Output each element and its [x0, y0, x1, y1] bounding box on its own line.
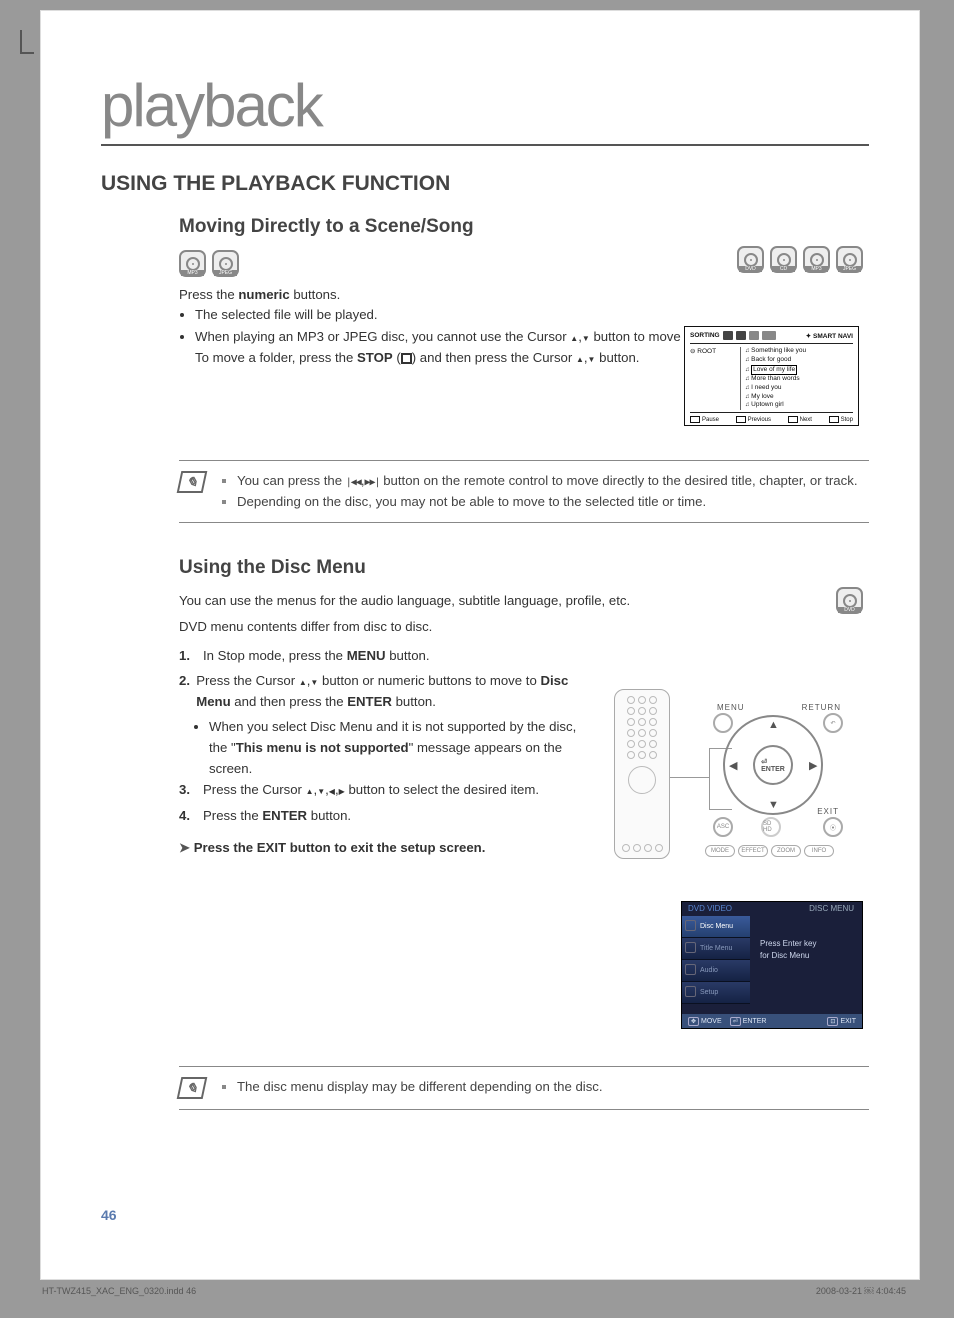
mode-button[interactable]: MODE: [705, 845, 735, 857]
note-icon: ✎: [177, 1077, 208, 1099]
menu-message: Press Enter keyfor Disc Menu: [760, 938, 816, 962]
info-button[interactable]: INFO: [804, 845, 834, 857]
file-list: Something like you Back for good Love of…: [740, 347, 853, 410]
root-folder: ⊖ ROOT: [690, 347, 736, 410]
remote-illustration: MENU RETURN ↶ ▲ ▼ ◀ ▶ ⏎ENTER ASC ⦿ EXIT …: [611, 687, 863, 867]
exit-button[interactable]: ⦿: [823, 817, 843, 837]
stop-control: Stop: [829, 416, 853, 423]
crop-mark: [20, 30, 22, 54]
cd-icon: CD: [770, 246, 797, 273]
skip-back-icon: |◀◀: [346, 477, 361, 488]
sd-hd-button[interactable]: SD HD: [761, 817, 781, 837]
note-item: Depending on the disc, you may not be ab…: [237, 492, 858, 512]
dvd-icon: DVD: [836, 587, 863, 614]
note-item: You can press the |◀◀,▶▶| button on the …: [237, 471, 858, 491]
menu-tab-audio[interactable]: Audio: [682, 960, 750, 982]
file-item: My love: [745, 393, 853, 402]
remote-body: [614, 689, 670, 859]
menu-label: MENU: [717, 703, 745, 712]
note-block: ✎ The disc menu display may be different…: [179, 1066, 869, 1110]
scene-bullet: The selected file will be played.: [195, 305, 869, 325]
dvd-icon: DVD: [737, 246, 764, 273]
page-container: playback USING THE PLAYBACK FUNCTION DVD…: [40, 10, 920, 1280]
menu-tab-title[interactable]: Title Menu: [682, 938, 750, 960]
note-item: The disc menu display may be different d…: [237, 1077, 603, 1097]
nav-ring: MENU RETURN ↶ ▲ ▼ ◀ ▶ ⏎ENTER ASC ⦿ EXIT …: [703, 705, 843, 845]
file-item: Back for good: [745, 356, 853, 365]
step-3: 3.Press the Cursor ,,, button to select …: [179, 779, 579, 800]
exit-label: EXIT: [817, 807, 839, 816]
disc-menu-desc: You can use the menus for the audio lang…: [179, 591, 869, 611]
jpeg-icon: JPEG: [212, 250, 239, 277]
prev-control: Previous: [736, 416, 771, 423]
disc-menu-screenshot: DVD VIDEO DISC MENU Disc Menu Title Menu…: [681, 901, 863, 1029]
crop-mark: [22, 52, 34, 54]
menu-tab-disc[interactable]: Disc Menu: [682, 916, 750, 938]
menu-header-right: DISC MENU: [809, 904, 854, 913]
sorting-label: SORTING: [690, 332, 720, 339]
next-control: Next: [788, 416, 812, 423]
note-block: ✎ You can press the |◀◀,▶▶| button on th…: [179, 460, 869, 523]
asc-button[interactable]: ASC: [713, 817, 733, 837]
step-4: 4.Press the ENTER button.: [179, 805, 579, 826]
note-icon: ✎: [177, 471, 208, 493]
file-item: Uptown girl: [745, 401, 853, 410]
return-button[interactable]: ↶: [823, 713, 843, 733]
move-hint: ✥MOVE: [688, 1017, 722, 1026]
mp3-icon: MP3: [803, 246, 830, 273]
scene-title: Moving Directly to a Scene/Song: [179, 216, 869, 238]
file-item-selected: Love of my life: [745, 365, 853, 375]
file-item: I need you: [745, 384, 853, 393]
footer-timestamp: 2008-03-21 ￼ 4:04:45: [816, 1286, 906, 1296]
smart-navi-screenshot: SORTING ✦ SMART NAVI ⊖ ROOT Something li…: [684, 326, 859, 426]
file-item: Something like you: [745, 347, 853, 356]
page-number: 46: [101, 1207, 117, 1223]
left-arrow-icon[interactable]: ◀: [729, 759, 737, 772]
disc-menu-title: Using the Disc Menu: [179, 557, 869, 579]
skip-forward-icon: ▶▶|: [365, 477, 380, 488]
step-1: 1.In Stop mode, press the MENU button.: [179, 645, 579, 666]
right-arrow-icon[interactable]: ▶: [809, 759, 817, 772]
step-2: 2.Press the Cursor , button or numeric b…: [179, 670, 579, 712]
footer-filename: HT-TWZ415_XAC_ENG_0320.indd 46: [42, 1286, 196, 1296]
down-arrow-icon[interactable]: ▼: [768, 799, 779, 811]
scene-intro: Press the numeric buttons.: [179, 285, 869, 305]
file-item: More than words: [745, 375, 853, 384]
chapter-title: playback: [101, 71, 869, 146]
menu-button[interactable]: [713, 713, 733, 733]
section-title: USING THE PLAYBACK FUNCTION: [101, 172, 869, 196]
pause-control: Pause: [690, 416, 719, 423]
zoom-button[interactable]: ZOOM: [771, 845, 801, 857]
return-label: RETURN: [802, 703, 841, 712]
jpeg-icon: JPEG: [836, 246, 863, 273]
stop-icon: [401, 353, 412, 364]
menu-tab-setup[interactable]: Setup: [682, 982, 750, 1004]
disc-menu-desc2: DVD menu contents differ from disc to di…: [179, 617, 869, 637]
mp3-icon: MP3: [179, 250, 206, 277]
menu-header-left: DVD VIDEO: [688, 904, 732, 913]
media-support-icons: DVD CD MP3 JPEG: [737, 246, 863, 273]
media-support-icons: DVD: [836, 587, 863, 614]
smart-navi-label: ✦ SMART NAVI: [806, 332, 853, 340]
step-2-sub: When you select Disc Menu and it is not …: [209, 716, 579, 779]
effect-button[interactable]: EFFECT: [738, 845, 768, 857]
enter-button[interactable]: ⏎ENTER: [753, 745, 793, 785]
exit-hint: ⊡EXIT: [827, 1017, 856, 1026]
up-arrow-icon[interactable]: ▲: [768, 719, 779, 731]
enter-hint: ⏎ENTER: [730, 1017, 767, 1026]
